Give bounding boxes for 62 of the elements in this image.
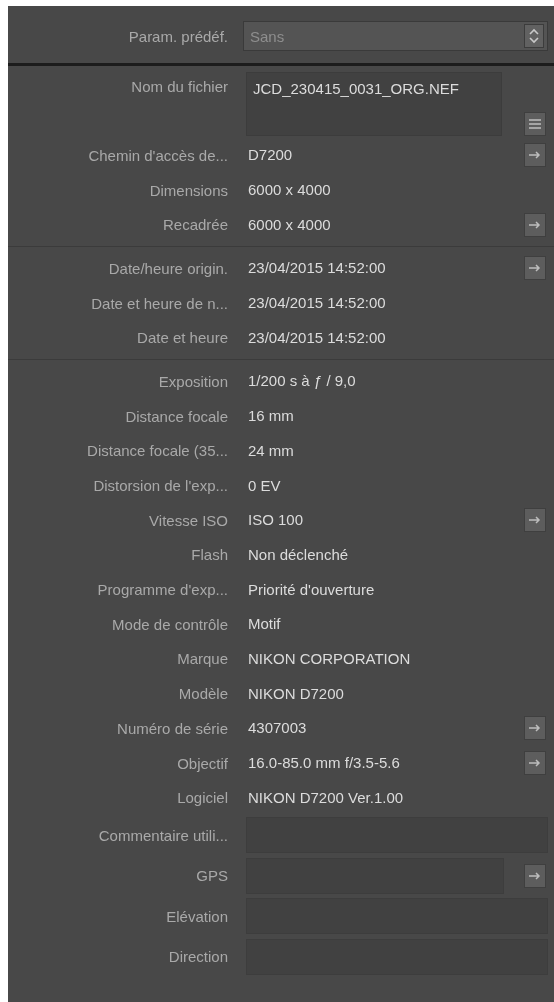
field-label: Marque: [176, 650, 228, 668]
filename-field[interactable]: JCD_230415_0031_ORG.NEF: [246, 72, 502, 136]
field-value: ISO 100: [248, 511, 304, 529]
updown-icon: [524, 24, 544, 48]
arrow-button[interactable]: [524, 751, 546, 776]
arrow-icon: [528, 220, 542, 229]
field-label: Programme d'exp...: [96, 581, 228, 599]
field-label: Mode de contrôle: [111, 615, 228, 633]
field-label: Distorsion de l'exp...: [92, 477, 228, 495]
field-value: 6000 x 4000: [248, 181, 331, 199]
field-label: Objectif: [176, 754, 228, 772]
field-value: 16 mm: [248, 407, 294, 425]
field-value: Motif: [248, 615, 281, 633]
list-icon: [528, 118, 542, 130]
field-label: Date et heure: [136, 329, 228, 347]
field-label: Commentaire utili...: [97, 826, 228, 844]
field-label: Date/heure origin.: [107, 259, 228, 277]
field-label: Elévation: [165, 907, 228, 925]
field-value: NIKON D7200 Ver.1.00: [248, 788, 404, 806]
field-label: Numéro de série: [116, 719, 228, 737]
field-label: Flash: [190, 546, 228, 564]
field-value: 23/04/2015 14:52:00: [248, 328, 386, 346]
field-label: Distance focale (35...: [86, 442, 228, 460]
field-label: Logiciel: [176, 789, 228, 807]
field-label: Recadrée: [161, 216, 228, 234]
field-value: Priorité d'ouverture: [248, 580, 375, 598]
field-value: 16.0-85.0 mm f/3.5-5.6: [248, 754, 400, 772]
preset-label: Param. prédéf.: [127, 27, 228, 45]
arrow-button[interactable]: [524, 863, 546, 888]
arrow-button[interactable]: [524, 143, 546, 168]
field-value: 6000 x 4000: [248, 215, 331, 233]
arrow-icon: [528, 151, 542, 160]
field-value: NIKON CORPORATION: [248, 649, 411, 667]
field-value: 23/04/2015 14:52:00: [248, 259, 386, 277]
arrow-button[interactable]: [524, 508, 546, 533]
field-label: Nom du fichier: [130, 77, 228, 95]
arrow-button[interactable]: [524, 256, 546, 281]
field-label: Dimensions: [148, 181, 228, 199]
field-value: 0 EV: [248, 476, 281, 494]
field-value: 1/200 s à ƒ / 9,0: [248, 372, 356, 390]
field-value: D7200: [248, 146, 293, 164]
field-label: Direction: [167, 948, 228, 966]
field-label: Exposition: [157, 372, 228, 390]
field-label: Date et heure de n...: [90, 294, 228, 312]
arrow-button[interactable]: [524, 212, 546, 237]
arrow-icon: [528, 724, 542, 733]
arrow-icon: [528, 516, 542, 525]
list-button[interactable]: [524, 112, 546, 136]
arrow-icon: [528, 871, 542, 880]
field-value: 4307003: [248, 719, 307, 737]
field-label: Chemin d'accès de...: [87, 146, 228, 164]
field-label: Vitesse ISO: [148, 511, 228, 529]
field-value: NIKON D7200: [248, 684, 344, 702]
field-value: 24 mm: [248, 441, 294, 459]
arrow-icon: [528, 759, 542, 768]
arrow-button[interactable]: [524, 716, 546, 741]
field-label: Distance focale: [124, 407, 228, 425]
field-label: Modèle: [177, 685, 228, 703]
field-value: Non déclenché: [248, 545, 349, 563]
arrow-icon: [528, 264, 542, 273]
field-value: 23/04/2015 14:52:00: [248, 294, 386, 312]
field-label: GPS: [195, 867, 228, 885]
